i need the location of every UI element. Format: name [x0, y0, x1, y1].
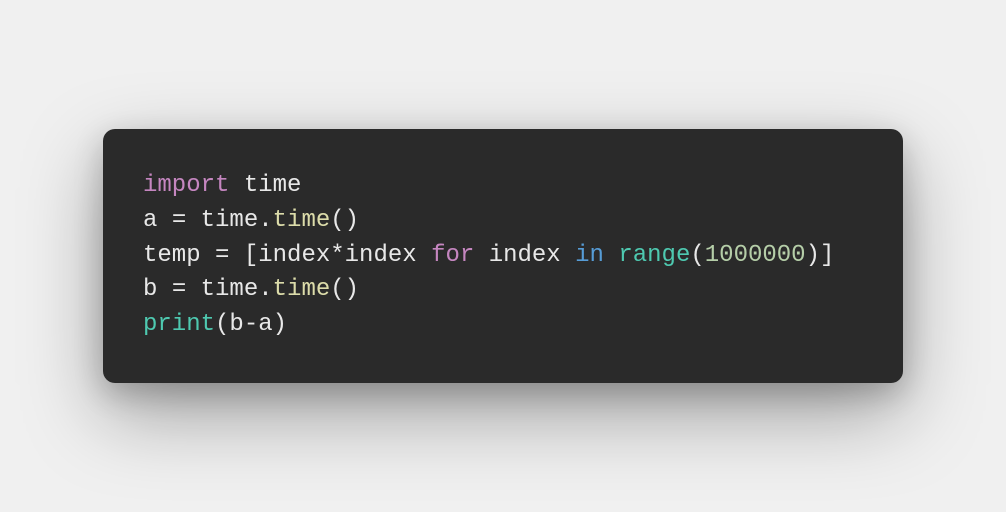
- code-token: for: [431, 242, 474, 269]
- code-token: (: [690, 242, 704, 269]
- code-token: time: [273, 276, 331, 303]
- code-token: =: [172, 207, 186, 234]
- code-token: index: [258, 242, 330, 269]
- code-token: .: [258, 276, 272, 303]
- code-block: import time a = time.time() temp = [inde…: [103, 129, 903, 383]
- code-line: print(b-a): [143, 308, 863, 343]
- code-token: =: [215, 242, 229, 269]
- code-token: in: [575, 242, 604, 269]
- code-line: b = time.time(): [143, 273, 863, 308]
- code-token: time: [273, 207, 331, 234]
- code-line: import time: [143, 169, 863, 204]
- code-token: index: [345, 242, 431, 269]
- code-token: [604, 242, 618, 269]
- code-token: time: [229, 172, 301, 199]
- code-token: (): [330, 276, 359, 303]
- code-token: =: [172, 276, 186, 303]
- code-token: time: [186, 276, 258, 303]
- code-token: *: [330, 242, 344, 269]
- code-token: b: [143, 276, 172, 303]
- code-token: (): [330, 207, 359, 234]
- code-token: b: [229, 311, 243, 338]
- code-token: import: [143, 172, 229, 199]
- code-token: 1000000: [705, 242, 806, 269]
- code-line: temp = [index*index for index in range(1…: [143, 239, 863, 274]
- code-token: ): [273, 311, 287, 338]
- code-token: -: [244, 311, 258, 338]
- code-token: index: [474, 242, 575, 269]
- code-line: a = time.time(): [143, 204, 863, 239]
- code-token: print: [143, 311, 215, 338]
- code-token: temp: [143, 242, 215, 269]
- code-token: .: [258, 207, 272, 234]
- code-token: range: [618, 242, 690, 269]
- code-token: a: [258, 311, 272, 338]
- code-token: (: [215, 311, 229, 338]
- code-token: time: [186, 207, 258, 234]
- code-token: [: [229, 242, 258, 269]
- code-token: )]: [806, 242, 835, 269]
- code-token: a: [143, 207, 172, 234]
